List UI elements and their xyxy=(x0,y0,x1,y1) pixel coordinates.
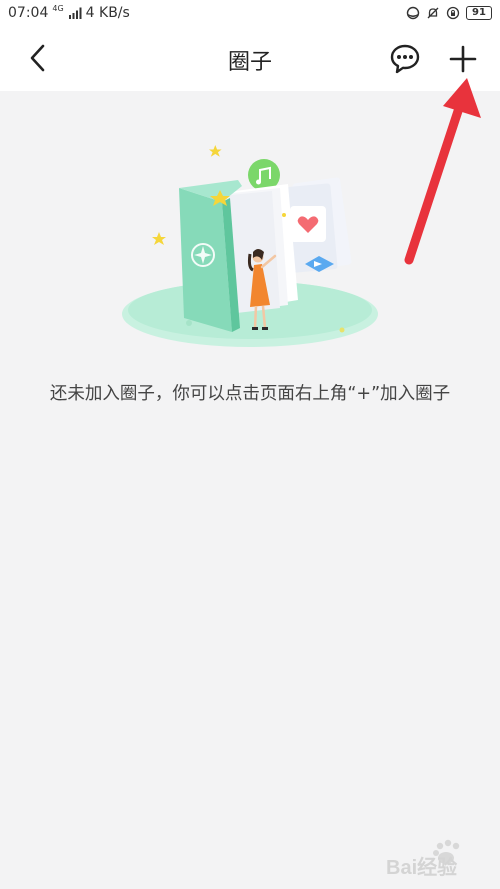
network-type-label: 4G xyxy=(52,3,64,13)
plus-icon xyxy=(449,45,477,73)
baidu-jingyan-watermark: Bai经验 xyxy=(386,839,460,879)
status-time: 07:04 xyxy=(8,5,49,21)
data-saver-icon xyxy=(406,6,420,20)
status-left: 07:04 4G 4 KB/s xyxy=(8,3,130,22)
chat-bubble-icon xyxy=(390,44,420,74)
book-girl-illustration xyxy=(122,145,378,347)
lock-rotation-icon xyxy=(446,6,460,20)
signal-icon xyxy=(68,7,82,19)
chat-button[interactable] xyxy=(388,42,422,76)
mute-bell-icon xyxy=(427,7,439,19)
network-speed: 4 KB/s xyxy=(85,5,130,21)
status-bar: 07:04 4G 4 KB/s 91 xyxy=(0,0,500,26)
battery-indicator: 91 xyxy=(466,6,492,20)
watermark-text: Bai经验 xyxy=(386,855,457,879)
annotation-arrow-icon xyxy=(404,78,481,265)
empty-state-message: 还未加入圈子，你可以点击页面右上角“+”加入圈子 xyxy=(49,384,451,404)
status-right: 91 xyxy=(406,6,492,20)
